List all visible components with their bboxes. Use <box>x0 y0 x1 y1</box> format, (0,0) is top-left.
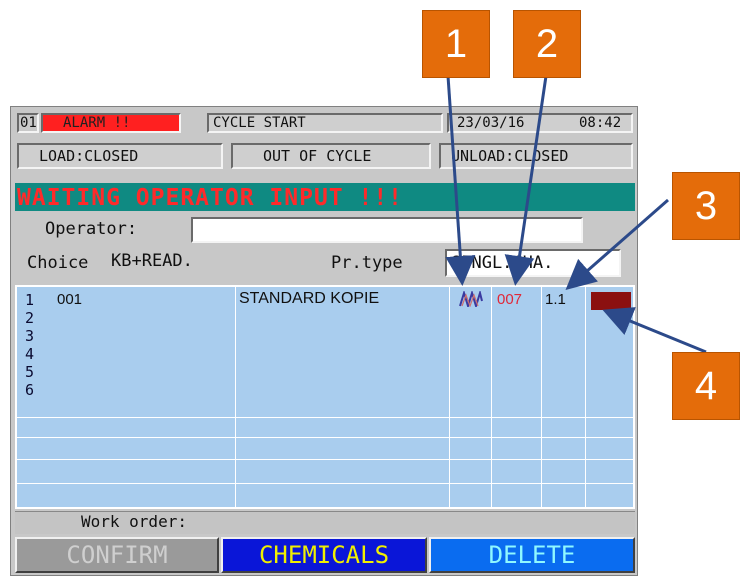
unload-status-box: UNLOAD:CLOSED <box>439 143 633 169</box>
prtype-label: Pr.type <box>331 253 403 273</box>
callout-2: 2 <box>513 10 581 78</box>
chemicals-label: CHEMICALS <box>258 541 390 569</box>
col-divider <box>235 287 236 507</box>
operator-input[interactable] <box>191 217 583 243</box>
delete-button[interactable]: DELETE <box>429 537 635 573</box>
hmi-screen: 01 ALARM !! CYCLE START 23/03/16 08:42 L… <box>10 106 638 576</box>
time-text: 08:42 <box>579 115 622 131</box>
load-status-box: LOAD:CLOSED <box>17 143 223 169</box>
program-table: 1 001 STANDARD KOPIE 007 1.1 2 3 4 5 6 <box>15 285 635 509</box>
confirm-button[interactable]: CONFIRM <box>15 537 219 573</box>
confirm-label: CONFIRM <box>66 541 168 569</box>
program-code: 001 <box>57 291 83 308</box>
row-number: 5 <box>25 363 35 381</box>
alarm-number: 01 <box>17 113 39 133</box>
row-divider <box>17 483 633 484</box>
callout-2-number: 2 <box>535 21 559 66</box>
chemicals-button[interactable]: CHEMICALS <box>221 537 427 573</box>
row-number: 4 <box>25 345 35 363</box>
unload-status: UNLOAD:CLOSED <box>451 147 569 165</box>
row-divider <box>17 459 633 460</box>
col-divider <box>449 287 450 507</box>
cycle-state-box: OUT OF CYCLE <box>231 143 431 169</box>
cycle-state: OUT OF CYCLE <box>263 147 372 165</box>
row-number: 1 <box>25 291 35 309</box>
row-number: 2 <box>25 309 35 327</box>
callout-4: 4 <box>672 352 740 420</box>
status-banner-text: WAITING OPERATOR INPUT !!! <box>17 185 404 211</box>
prtype-value: SINGL.CHA. <box>451 253 554 273</box>
load-status: LOAD:CLOSED <box>39 147 139 165</box>
delete-label: DELETE <box>488 541 576 569</box>
alarm-label: ALARM !! <box>63 115 131 131</box>
cycle-status: CYCLE START <box>213 115 306 131</box>
color-swatch <box>591 292 631 310</box>
callout-1: 1 <box>422 10 490 78</box>
callout-3-number: 3 <box>694 183 718 228</box>
choice-value[interactable]: KB+READ. <box>111 251 193 271</box>
callout-4-number: 4 <box>694 363 718 408</box>
cycle-status-box: CYCLE START <box>207 113 443 133</box>
operator-label: Operator: <box>45 219 138 239</box>
program-name: STANDARD KOPIE <box>239 290 380 307</box>
callout-3: 3 <box>672 172 740 240</box>
alarm-number-text: 01 <box>20 115 37 131</box>
col-divider <box>541 287 542 507</box>
col-divider <box>585 287 586 507</box>
profile-wave-icon <box>459 289 483 310</box>
date-text: 23/03/16 <box>457 115 525 131</box>
alarm-indicator[interactable]: ALARM !! <box>41 113 181 133</box>
callout-1-number: 1 <box>444 21 468 66</box>
row-divider <box>17 437 633 438</box>
row-divider <box>17 417 633 418</box>
work-order-label: Work order: <box>81 512 187 531</box>
choice-label: Choice <box>27 253 89 273</box>
program-version: 1.1 <box>545 291 566 308</box>
program-number: 007 <box>497 291 523 308</box>
datetime-box: 23/03/16 08:42 <box>447 113 633 133</box>
row-number: 3 <box>25 327 35 345</box>
col-divider <box>491 287 492 507</box>
row-number: 6 <box>25 381 35 399</box>
